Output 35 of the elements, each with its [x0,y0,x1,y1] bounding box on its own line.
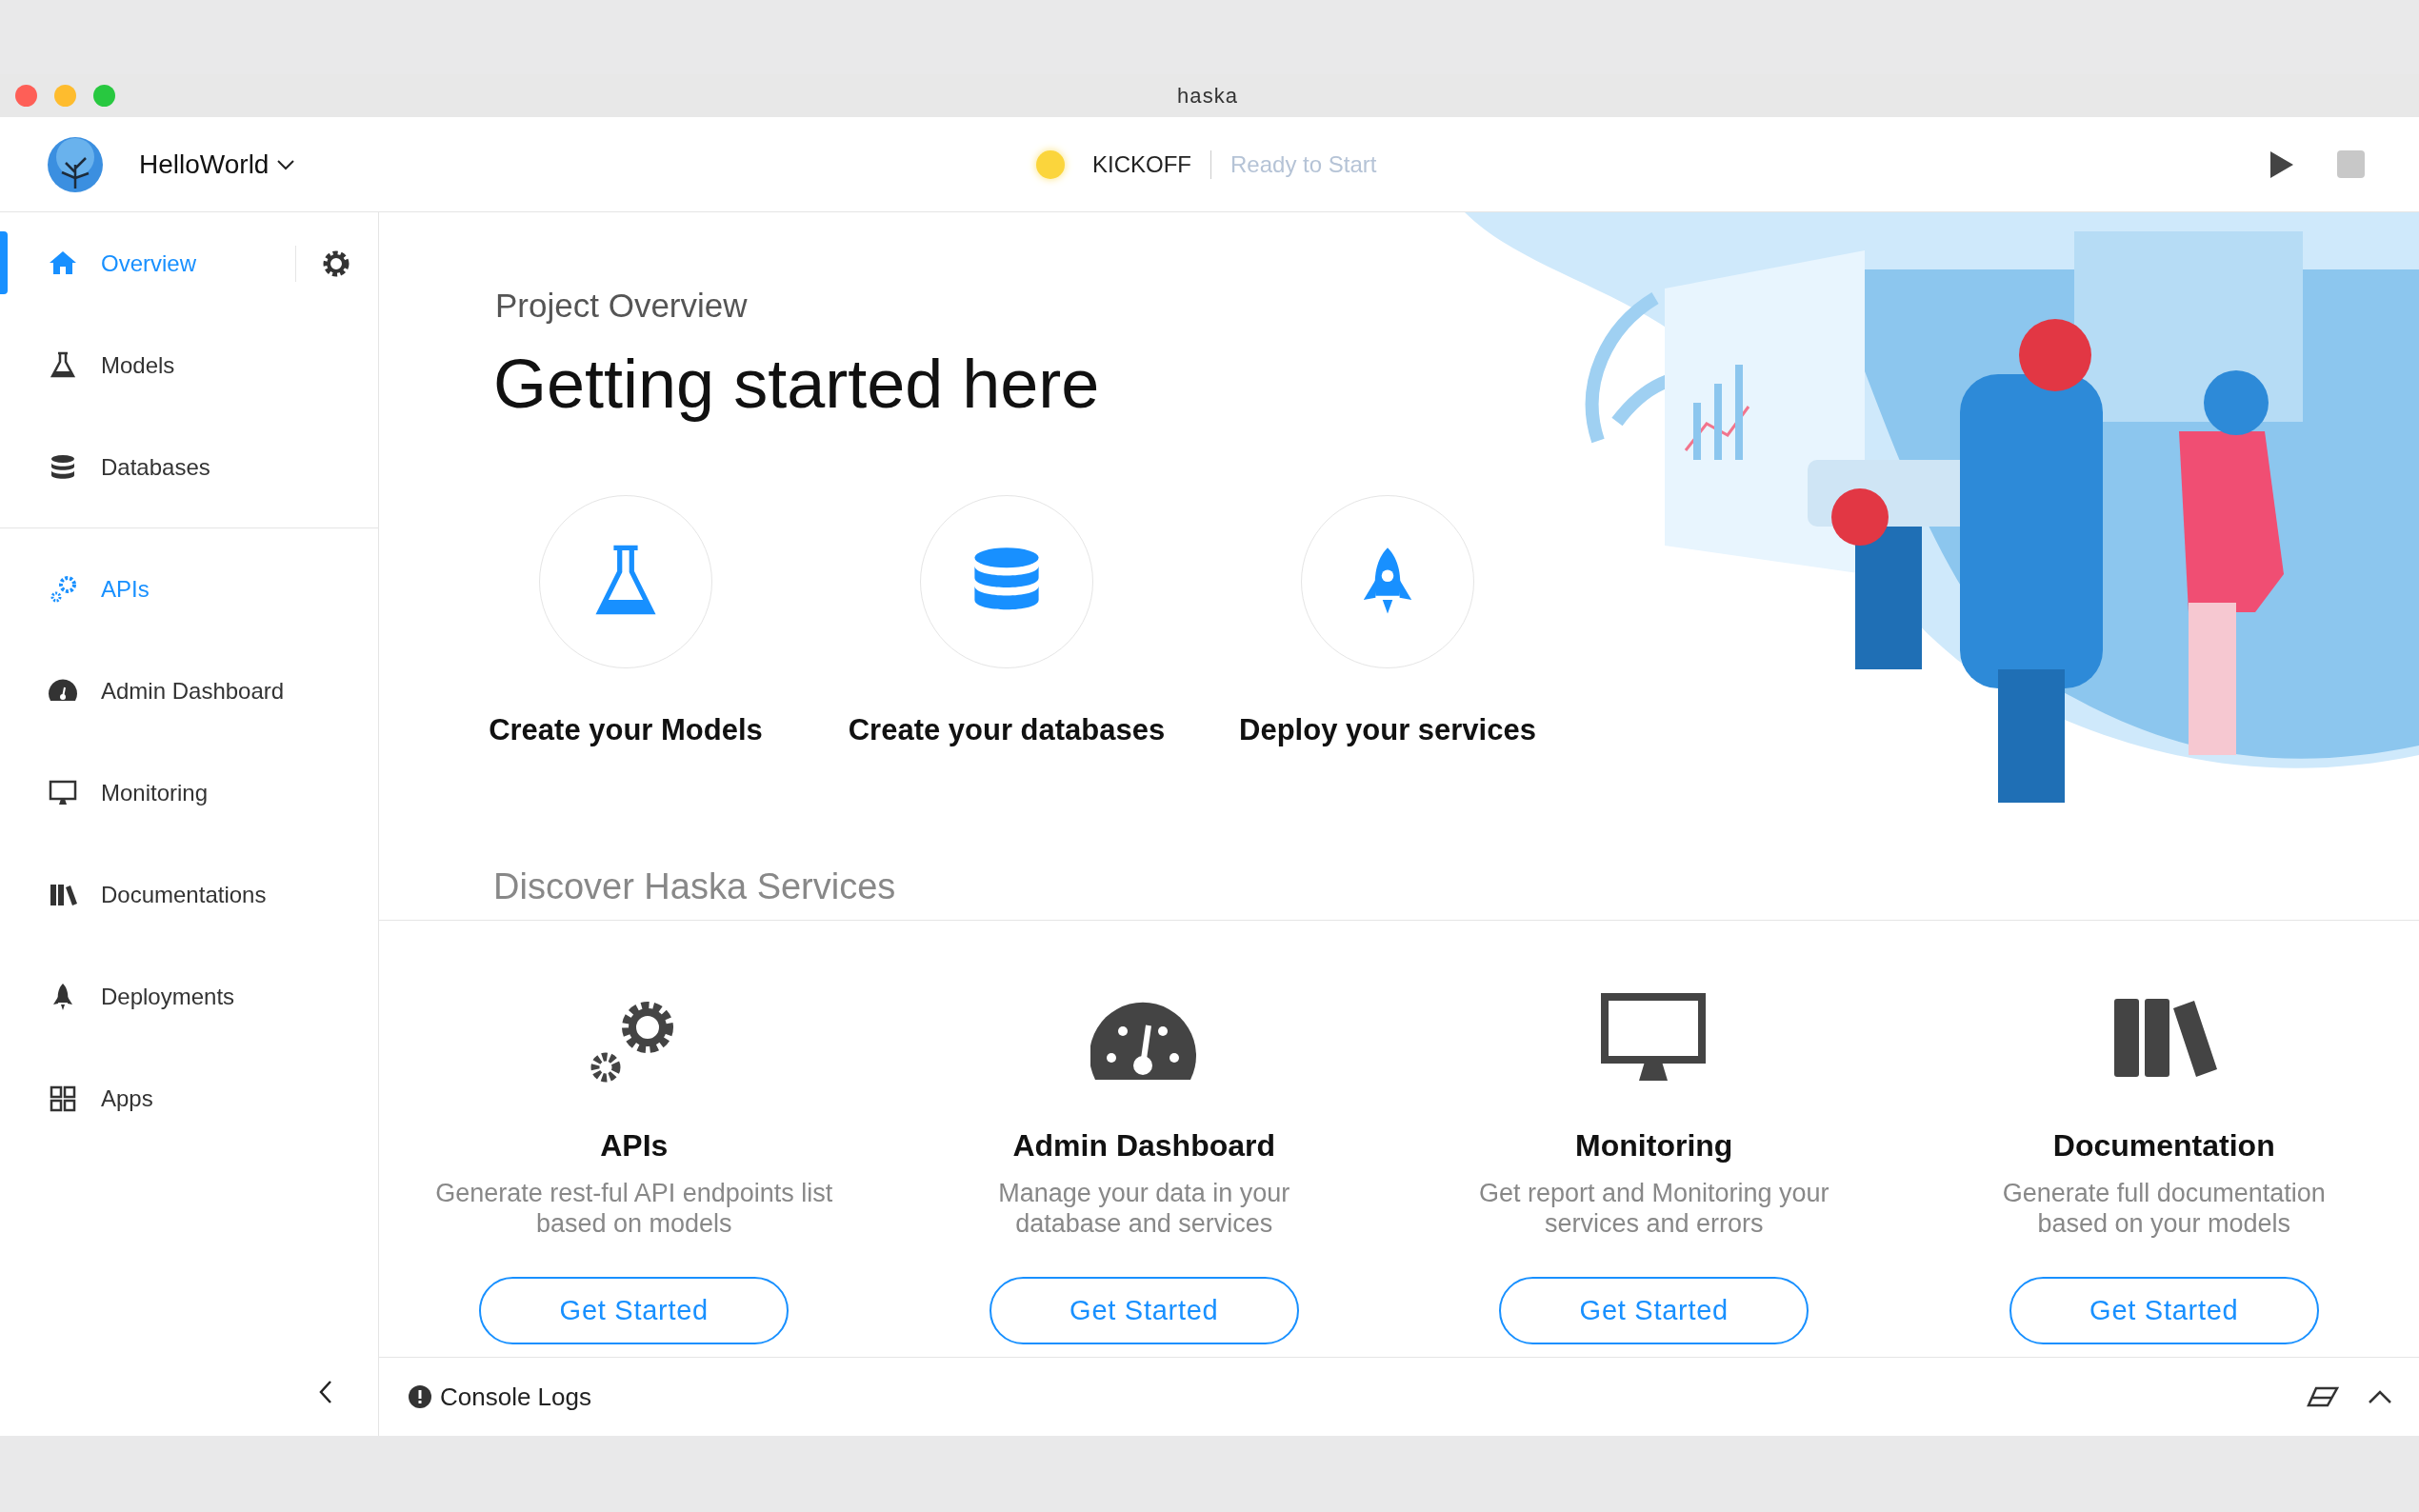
card-description: Get report and Monitoring your services and errors [1477,1178,1830,1239]
page-subtitle: Project Overview [495,286,749,326]
card-description: Generate rest-ful API endpoints list based on models [434,1178,834,1239]
tree-logo-icon [47,135,104,193]
card-title: Monitoring [1575,1127,1733,1164]
window-title: haska [1177,83,1239,109]
console-logs-toggle[interactable]: Console Logs [440,1378,591,1416]
alert-icon [408,1384,432,1409]
sidebar-item[interactable]: Documentations [48,877,267,912]
step-label: Create your Models [489,711,763,748]
sidebar-item[interactable]: Apps [48,1081,153,1116]
chevron-down-icon [276,158,296,170]
eraser-button[interactable] [2307,1386,2339,1407]
close-window-button[interactable] [15,85,37,107]
step-label: Deploy your services [1239,711,1536,748]
status-detail: Ready to Start [1230,149,1377,179]
project-dropdown[interactable]: HelloWorld [139,144,296,185]
sidebar-item[interactable]: Databases [48,449,210,485]
sidebar-item[interactable]: Models [48,348,175,383]
card-title: APIs [600,1127,669,1164]
card-description: Manage your data in your database and services [997,1178,1291,1239]
play-button[interactable] [2269,149,2294,179]
expand-console-button[interactable] [2368,1389,2392,1404]
status-label: KICKOFF [1092,149,1191,179]
sidebar-item[interactable]: Deployments [48,979,235,1014]
maximize-window-button[interactable] [93,85,115,107]
step-label: Create your databases [848,711,1166,748]
card-title: Admin Dashboard [1012,1127,1276,1164]
card-title: Documentation [2052,1127,2275,1164]
card-description: Generate full documentation based on your models [2001,1178,2327,1239]
chevron-left-icon [319,1380,332,1404]
sidebar-item[interactable]: Admin Dashboard [48,673,285,708]
section-title: Discover Haska Services [493,865,897,908]
page-heading: Getting started here [493,344,1101,424]
sidebar-item[interactable]: Monitoring [48,775,209,810]
